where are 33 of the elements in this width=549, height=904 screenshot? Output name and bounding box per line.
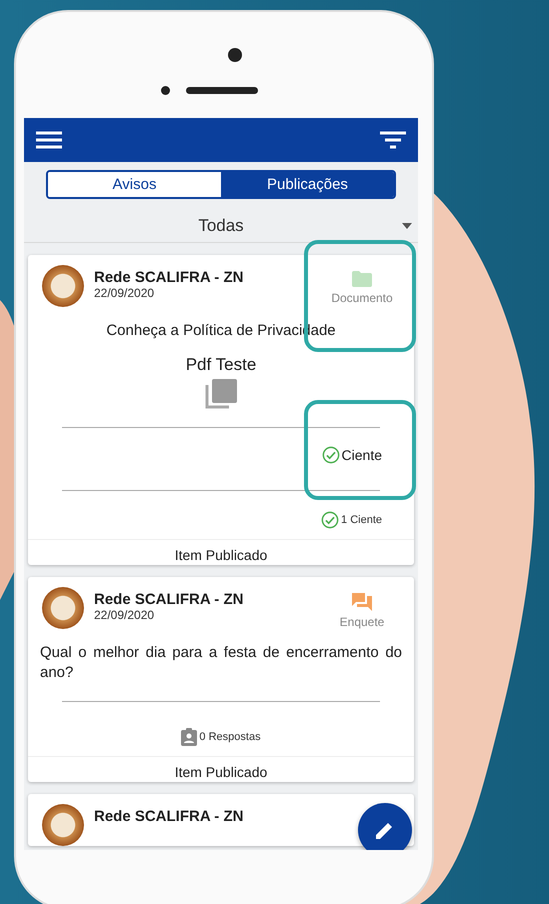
post-type-label: Enquete [340,615,384,629]
speaker-grille [186,87,258,94]
caret-icon [402,223,412,229]
chat-bubbles-icon [352,593,372,611]
pencil-icon [376,821,394,839]
folder-icon [352,271,372,287]
attachment-name: Pdf Teste [184,355,258,375]
menu-icon[interactable] [36,131,62,149]
count-label: 1 Ciente [341,514,382,526]
pdf-file-icon[interactable] [205,379,237,409]
post-status: Item Publicado [28,539,414,565]
tab[interactable]: Publicações [221,172,394,197]
post-type-label: Documento [331,291,393,305]
check-circle-icon [321,511,340,529]
camera-icon [228,48,242,62]
clipboard-person-icon [181,728,198,746]
author-name: Rede SCALIFRA - ZN [94,808,244,825]
post-title: Qual o melhor dia para a festa de encerramento do ano? [39,643,403,683]
avatar-logo [42,265,84,307]
acknowledge-button[interactable]: Ciente [322,446,382,464]
check-circle-icon [322,446,340,464]
author-name: Rede SCALIFRA - ZN [94,269,244,286]
sensor-icon [161,86,170,95]
post-date: 22/09/2020 [94,608,156,622]
filter-dropdown[interactable]: Todas [24,209,418,243]
post-date: 22/09/2020 [94,286,156,300]
avatar-logo [42,804,84,846]
author-name: Rede SCALIFRA - ZN [94,591,244,608]
tab[interactable]: Avisos [48,172,221,197]
filter-icon[interactable] [380,131,406,149]
avatar-logo [42,587,84,629]
post-status: Item Publicado [28,756,414,782]
count-label: 0 Respostas [199,731,261,743]
